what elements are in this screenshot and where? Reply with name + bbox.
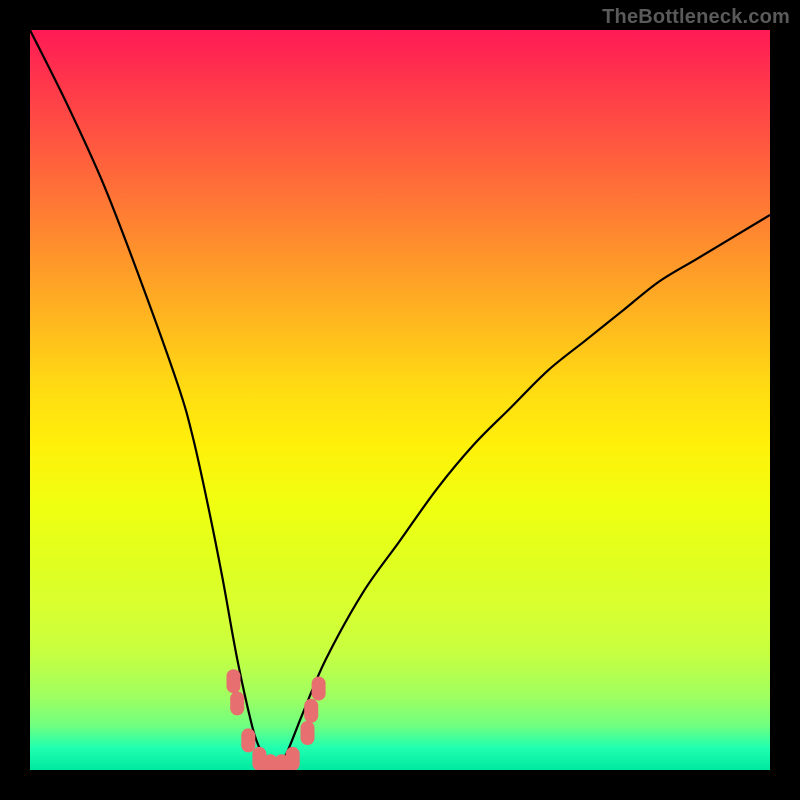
marker — [304, 699, 318, 723]
chart-frame: TheBottleneck.com — [0, 0, 800, 800]
curve-layer — [30, 30, 770, 770]
marker — [230, 691, 244, 715]
plot-area — [30, 30, 770, 770]
watermark-text: TheBottleneck.com — [602, 6, 790, 29]
marker — [227, 669, 241, 693]
bottleneck-curve — [30, 30, 770, 770]
marker — [241, 728, 255, 752]
marker — [312, 677, 326, 701]
marker — [301, 721, 315, 745]
marker — [286, 747, 300, 770]
